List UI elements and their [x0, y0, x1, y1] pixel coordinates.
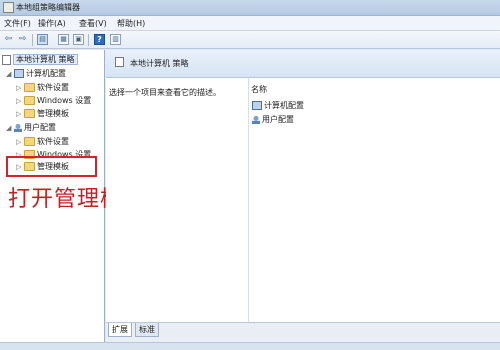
expand-arrow-icon[interactable]: ▷	[16, 95, 24, 107]
list-item-computer-config[interactable]: 计算机配置	[252, 100, 304, 111]
folder-icon	[24, 109, 35, 118]
title-bar: 本地组策略编辑器	[0, 0, 500, 16]
expand-arrow-icon[interactable]: ▷	[16, 82, 24, 94]
expand-arrow-icon[interactable]: ▷	[16, 136, 24, 148]
export-list-icon[interactable]: ▣	[73, 34, 84, 45]
user-icon	[252, 115, 260, 124]
toolbar-divider	[32, 34, 33, 46]
description-text: 选择一个项目来查看它的描述。	[109, 88, 221, 97]
tree-root-label: 本地计算机 策略	[13, 54, 78, 65]
forward-icon[interactable]: ⇨	[17, 34, 28, 45]
tree-root[interactable]: 本地计算机 策略	[2, 54, 78, 66]
collapse-arrow-icon[interactable]: ◢	[6, 122, 14, 134]
toolbar: ⇦ ⇨ ▤ ▦ ▣ ? ▥	[0, 31, 500, 49]
highlight-box	[6, 156, 97, 177]
show-pane-icon[interactable]: ▥	[110, 34, 121, 45]
menu-file[interactable]: 文件(F)	[4, 18, 31, 29]
tree-item-user-config[interactable]: ◢ 用户配置	[6, 122, 56, 134]
user-icon	[14, 123, 22, 132]
details-pane: 本地计算机 策略 选择一个项目来查看它的描述。 名称 计算机配置 用户配置	[106, 50, 500, 322]
tree-item-admin-templates[interactable]: ▷ 管理模板	[16, 108, 69, 120]
tree-label: 计算机配置	[26, 69, 66, 78]
tree-label: 用户配置	[24, 123, 56, 132]
menu-view[interactable]: 查看(V)	[79, 18, 107, 29]
tree-item-computer-config[interactable]: ◢ 计算机配置	[6, 68, 66, 80]
menu-action[interactable]: 操作(A)	[38, 18, 66, 29]
tree-label: 管理模板	[37, 109, 69, 118]
tree-label: 软件设置	[37, 83, 69, 92]
computer-icon	[14, 69, 24, 78]
properties-icon[interactable]: ▦	[58, 34, 69, 45]
folder-icon	[24, 83, 35, 92]
tree-item-user-software-settings[interactable]: ▷ 软件设置	[16, 136, 69, 148]
tree-label: Windows 设置	[37, 96, 92, 105]
list-item-user-config[interactable]: 用户配置	[252, 114, 294, 125]
list-item-label: 用户配置	[262, 115, 294, 124]
tab-standard[interactable]: 标准	[135, 323, 159, 337]
tree-label: 软件设置	[37, 137, 69, 146]
menu-bar: 文件(F) 操作(A) 查看(V) 帮助(H)	[0, 16, 500, 31]
show-tree-icon[interactable]: ▤	[37, 34, 48, 45]
computer-icon	[252, 101, 262, 110]
collapse-arrow-icon[interactable]: ◢	[6, 68, 14, 80]
list-item-label: 计算机配置	[264, 101, 304, 110]
expand-arrow-icon[interactable]: ▷	[16, 108, 24, 120]
folder-icon	[24, 96, 35, 105]
details-header-title: 本地计算机 策略	[130, 59, 189, 68]
pane-divider[interactable]	[248, 78, 249, 322]
policy-icon	[2, 54, 11, 65]
menu-help[interactable]: 帮助(H)	[117, 18, 145, 29]
toolbar-divider	[88, 34, 89, 46]
details-header: 本地计算机 策略	[106, 50, 500, 78]
back-icon[interactable]: ⇦	[3, 34, 14, 45]
app-icon	[3, 2, 14, 13]
policy-icon	[115, 57, 124, 67]
tree-item-windows-settings[interactable]: ▷ Windows 设置	[16, 95, 91, 107]
window-title: 本地组策略编辑器	[16, 3, 80, 12]
tree-item-software-settings[interactable]: ▷ 软件设置	[16, 82, 69, 94]
folder-icon	[24, 137, 35, 146]
tab-extended[interactable]: 扩展	[108, 323, 132, 337]
help-icon[interactable]: ?	[94, 34, 105, 45]
view-tabs: 扩展 标准	[106, 322, 500, 343]
column-header-name[interactable]: 名称	[251, 84, 267, 95]
